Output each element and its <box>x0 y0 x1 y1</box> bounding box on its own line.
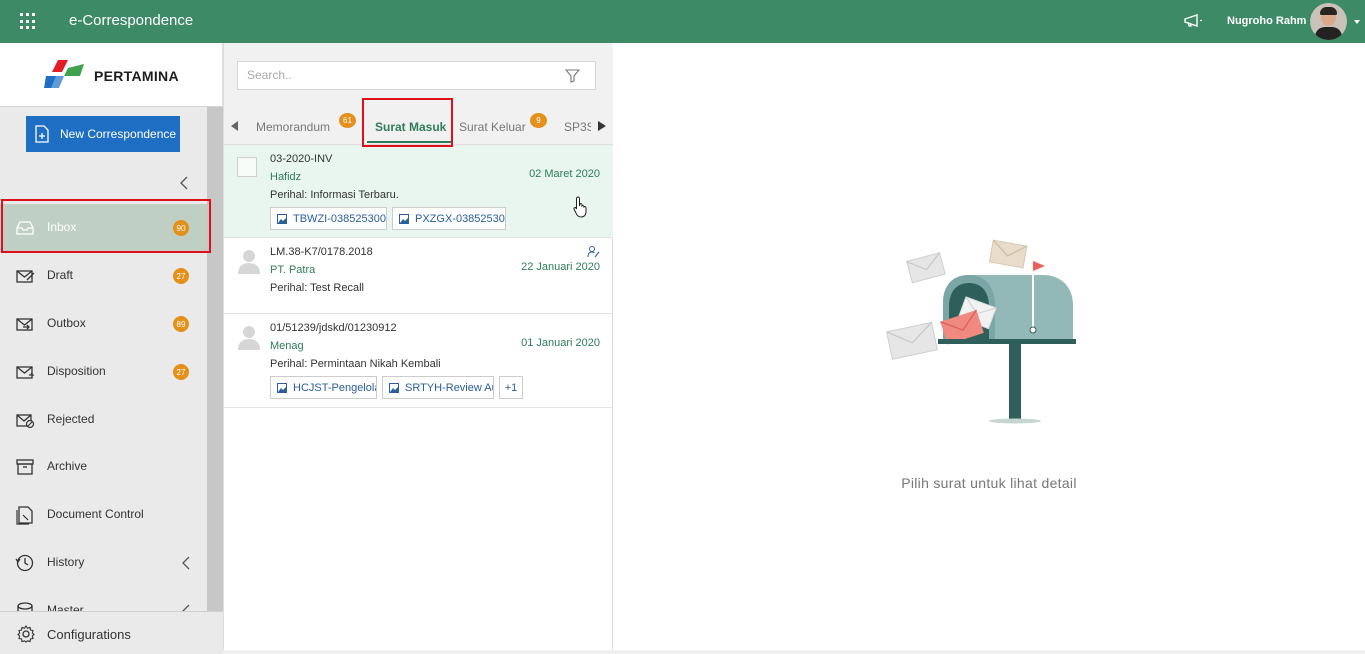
bottom-strip <box>223 650 1365 654</box>
attachment-name: SRTYH-Review Au <box>405 381 494 394</box>
caret-down-icon[interactable] <box>1354 20 1360 24</box>
attachment-name: TBWZI-038525300 <box>293 212 386 225</box>
sidebar-item-disposition[interactable]: Disposition 27 <box>0 348 207 396</box>
expand-chevron-icon[interactable] <box>181 604 191 611</box>
tab-scroll-left[interactable] <box>224 107 245 144</box>
history-clock-icon <box>15 554 34 572</box>
person-avatar-icon <box>238 326 260 350</box>
sidebar-item-label: History <box>47 555 85 569</box>
tab-memorandum[interactable]: Memorandum <box>256 120 330 134</box>
gear-icon <box>17 625 35 643</box>
sidebar-item-document-control[interactable]: Document Control <box>0 491 207 539</box>
top-bar: e-Correspondence Nugroho Rahm <box>0 0 1365 43</box>
image-file-icon <box>389 382 399 393</box>
sidebar-item-history[interactable]: History <box>0 539 207 587</box>
image-file-icon <box>277 382 287 393</box>
sidebar-item-outbox[interactable]: Outbox 89 <box>0 300 207 348</box>
mail-number: 03-2020-INV <box>270 153 333 165</box>
rejected-envelope-icon <box>16 414 35 429</box>
tab-scroll-right[interactable] <box>591 107 612 144</box>
mail-subject: Perihal: Informasi Terbaru. <box>270 189 399 201</box>
new-correspondence-label: New Correspondence <box>60 127 177 141</box>
mail-list-item[interactable]: 03-2020-INV Hafidz 02 Maret 2020 Perihal… <box>224 145 613 238</box>
detail-panel: Pilih surat untuk lihat detail <box>613 43 1365 654</box>
mail-subject: Perihal: Test Recall <box>270 282 364 294</box>
search-box[interactable] <box>237 61 596 90</box>
mail-date: 22 Januari 2020 <box>521 261 600 273</box>
sidebar-item-label: Draft <box>47 268 74 282</box>
sidebar-item-label: Archive <box>47 459 88 473</box>
configurations-item[interactable]: Configurations <box>0 611 223 654</box>
mail-sender: Hafidz <box>270 171 302 183</box>
mail-date: 01 Januari 2020 <box>521 337 600 349</box>
user-avatar[interactable] <box>1310 3 1347 40</box>
draft-envelope-icon <box>16 270 35 283</box>
sidebar-item-label: Rejected <box>47 412 95 426</box>
filter-icon[interactable] <box>565 69 580 83</box>
user-assign-icon <box>587 246 600 258</box>
more-attachments-chip[interactable]: +1 <box>499 376 523 399</box>
select-checkbox[interactable] <box>237 157 257 177</box>
triangle-right-icon <box>597 121 606 131</box>
empty-state-text: Pilih surat untuk lihat detail <box>901 475 1077 491</box>
person-avatar-icon <box>238 250 260 274</box>
draft-count-badge: 27 <box>173 268 189 284</box>
archive-box-icon <box>16 459 34 475</box>
triangle-left-icon <box>230 121 238 131</box>
sidebar: PERTAMINA New Correspondence Inbox 90 Dr… <box>0 43 223 654</box>
sidebar-item-label: Document Control <box>47 507 144 521</box>
sidebar-item-label: Outbox <box>47 316 86 330</box>
document-control-icon <box>16 506 33 525</box>
surat-keluar-count-badge: 9 <box>530 113 547 128</box>
mail-sender: PT. Patra <box>270 264 316 276</box>
attachment-chip[interactable]: PXZGX-038525300 <box>392 207 506 230</box>
search-input[interactable] <box>247 68 547 82</box>
disposition-count-badge: 27 <box>173 364 189 380</box>
mail-subject: Perihal: Permintaan Nikah Kembali <box>270 358 441 370</box>
disposition-envelope-icon <box>16 366 35 379</box>
logo-text: PERTAMINA <box>94 68 179 84</box>
mail-list-item[interactable]: 01/51239/jdskd/01230912 Menag 01 Januari… <box>224 314 613 408</box>
mail-date: 02 Maret 2020 <box>529 168 600 180</box>
highlight-box-surat-masuk <box>362 98 453 147</box>
master-database-icon <box>17 602 33 611</box>
image-file-icon <box>399 213 409 224</box>
hand-pointer-cursor-icon <box>573 196 587 218</box>
collapse-sidebar-chevron-icon[interactable] <box>178 176 190 190</box>
highlight-box-inbox <box>1 199 211 253</box>
attachment-chip[interactable]: SRTYH-Review Au <box>382 376 494 399</box>
mailbox-illustration <box>885 239 1076 424</box>
image-file-icon <box>277 213 287 224</box>
attachment-name: HCJST-Pengelola <box>293 381 377 394</box>
logo-area: PERTAMINA <box>0 43 223 107</box>
attachment-chip[interactable]: HCJST-Pengelola <box>270 376 377 399</box>
pertamina-logo-icon <box>44 60 84 88</box>
attachment-chip[interactable]: TBWZI-038525300 <box>270 207 387 230</box>
memorandum-count-badge: 61 <box>339 113 356 128</box>
attachment-name: PXZGX-038525300 <box>415 212 506 225</box>
sidebar-item-draft[interactable]: Draft 27 <box>0 252 207 300</box>
configurations-label: Configurations <box>47 627 131 642</box>
mail-number: 01/51239/jdskd/01230912 <box>270 322 397 334</box>
sidebar-item-master[interactable]: Master <box>0 587 207 611</box>
outbox-count-badge: 89 <box>173 316 189 332</box>
sidebar-item-label: Master <box>47 603 84 611</box>
outbox-envelope-icon <box>16 318 33 331</box>
sidebar-item-rejected[interactable]: Rejected <box>0 396 207 444</box>
new-document-icon <box>35 125 49 143</box>
tab-surat-keluar[interactable]: Surat Keluar <box>459 120 526 134</box>
sidebar-item-label: Disposition <box>47 364 106 378</box>
new-correspondence-button[interactable]: New Correspondence <box>26 116 180 152</box>
apps-grid-icon[interactable] <box>20 13 37 30</box>
mail-list-item[interactable]: LM.38-K7/0178.2018 PT. Patra 22 Januari … <box>224 238 613 314</box>
user-name[interactable]: Nugroho Rahm <box>1227 15 1306 27</box>
expand-chevron-icon[interactable] <box>181 556 191 570</box>
app-title: e-Correspondence <box>69 12 194 29</box>
mail-number: LM.38-K7/0178.2018 <box>270 246 373 258</box>
sidebar-item-archive[interactable]: Archive <box>0 443 207 491</box>
announcement-icon[interactable] <box>1183 13 1203 29</box>
sidebar-scrollbar[interactable] <box>207 107 223 611</box>
mail-sender: Menag <box>270 340 304 352</box>
